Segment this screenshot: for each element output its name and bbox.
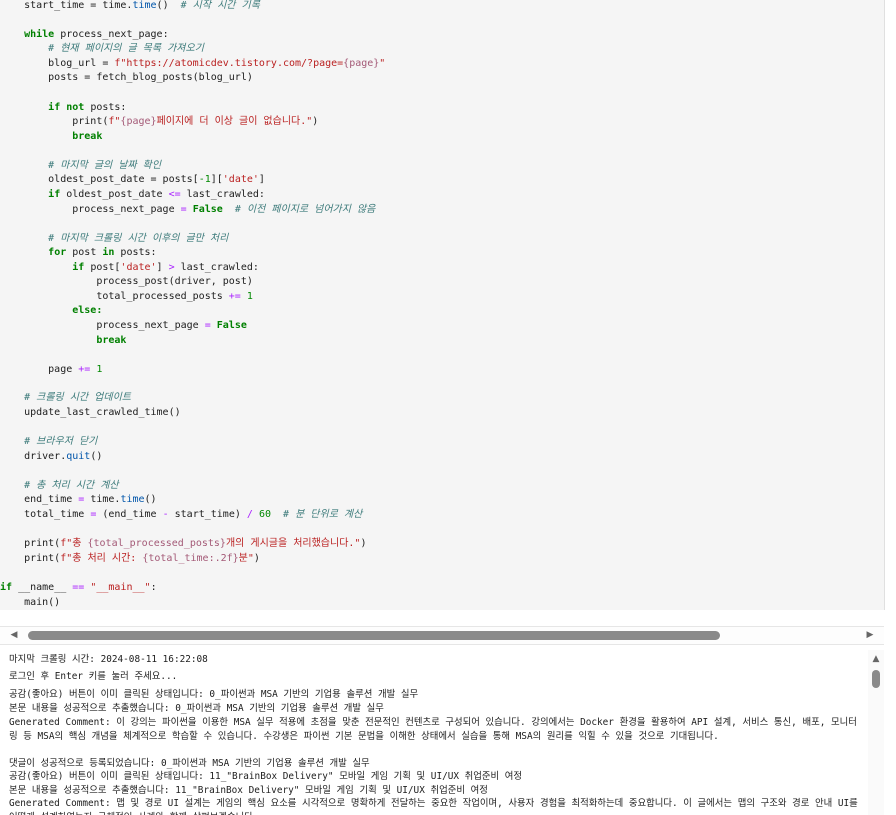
code-line: process_post(driver, post) (0, 276, 253, 287)
code-line: if __name__ == "__main__": (0, 582, 157, 593)
scroll-up-arrow-icon[interactable]: ▲ (870, 654, 882, 664)
code-line: for post in posts: (48, 247, 157, 258)
output-line: 공감(좋아요) 버튼이 이미 클릭된 상태입니다: 11_"BrainBox D… (9, 771, 523, 782)
code-line: # 총 처리 시간 계산 (24, 480, 119, 491)
code-line: process_next_page = False # 이전 페이지로 넘어가지… (0, 204, 376, 215)
code-line: print(f"총 {total_processed_posts}개의 게시글을… (0, 538, 367, 549)
code-line: # 마지막 크롤링 시간 이후의 글만 처리 (48, 233, 229, 244)
code-line: main() (0, 597, 61, 608)
code-line: blog_url = f"https://atomicdev.tistory.c… (0, 58, 386, 69)
code-line: start_time = time.time() # 시작 시간 기록 (0, 0, 260, 11)
output-line: 댓글이 성공적으로 등록되었습니다: 0_파이썬과 MSA 기반의 기업용 솔루… (9, 758, 370, 769)
code-line: total_time = (end_time - start_time) / 6… (0, 509, 363, 520)
code-line: while process_next_page: (24, 29, 169, 40)
code-line: end_time = time.time() (0, 494, 157, 505)
scroll-right-arrow-icon[interactable]: ▶ (864, 629, 876, 641)
output-line: Generated Comment: 이 강의는 파이썬을 이용한 MSA 실무… (9, 717, 857, 742)
cell-output: 마지막 크롤링 시간: 2024-08-11 16:22:08 로그인 후 En… (0, 650, 868, 815)
code-line: posts = fetch_blog_posts(blog_url) (0, 72, 253, 83)
code-line: total_processed_posts += 1 (0, 291, 253, 302)
output-line: Generated Comment: 맵 및 경로 UI 설계는 게임의 핵심 … (9, 798, 858, 815)
code-line: print(f"총 처리 시간: {total_time:.2f}분") (0, 553, 260, 564)
output-line: 본문 내용을 성공적으로 추출했습니다: 0_파이썬과 MSA 기반의 기업용 … (9, 703, 384, 714)
output-line: 로그인 후 Enter 키를 눌러 주세요... (9, 671, 178, 682)
code-line: # 마지막 글의 날짜 확인 (48, 160, 162, 171)
output-line: 본문 내용을 성공적으로 추출했습니다: 11_"BrainBox Delive… (9, 785, 488, 796)
code-cell-editor[interactable]: start_time = time.time() # 시작 시간 기록 whil… (0, 0, 885, 610)
vertical-scrollbar[interactable]: ▲ (868, 650, 884, 815)
code-line: if not posts: (48, 102, 127, 113)
vertical-scroll-thumb[interactable] (872, 670, 880, 688)
code-line: page += 1 (0, 364, 103, 375)
code-line: process_next_page = False (0, 320, 247, 331)
code-line: driver.quit() (0, 451, 103, 462)
code-line: break (72, 131, 103, 142)
code-line: else: (72, 305, 103, 316)
code-line: update_last_crawled_time() (0, 407, 181, 418)
horizontal-scrollbar[interactable]: ◀ ▶ (0, 626, 884, 645)
code-line: if post['date'] > last_crawled: (72, 262, 259, 273)
code-line: # 현재 페이지의 글 목록 가져오기 (48, 43, 204, 54)
code-line: break (96, 335, 127, 346)
code-line: # 브라우저 닫기 (24, 436, 98, 447)
horizontal-scroll-thumb[interactable] (28, 631, 720, 640)
code-line: if oldest_post_date <= last_crawled: (48, 189, 265, 200)
code-line: # 크롤링 시간 업데이트 (24, 392, 131, 403)
scroll-left-arrow-icon[interactable]: ◀ (8, 629, 20, 641)
output-line: 마지막 크롤링 시간: 2024-08-11 16:22:08 (9, 654, 208, 665)
code-line: oldest_post_date = posts[-1]['date'] (0, 174, 265, 185)
output-line: 공감(좋아요) 버튼이 이미 클릭된 상태입니다: 0_파이썬과 MSA 기반의… (9, 689, 419, 700)
code-line: print(f"{page}페이지에 더 이상 글이 없습니다.") (0, 116, 319, 127)
